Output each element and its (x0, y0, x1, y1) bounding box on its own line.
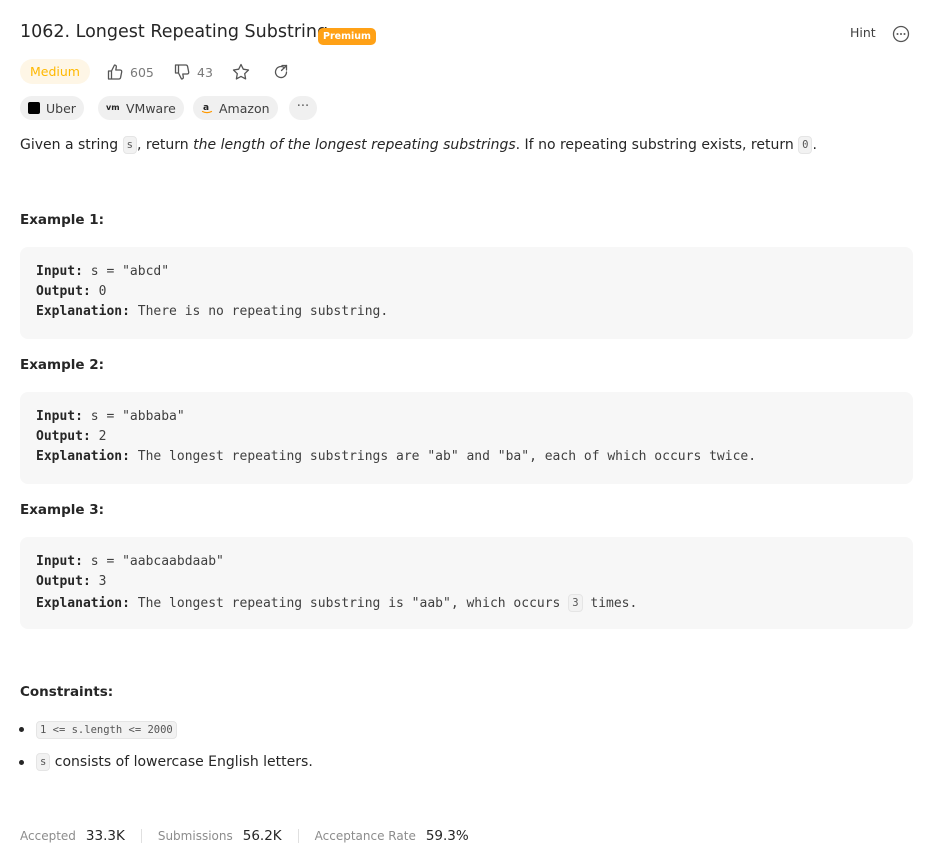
example-block: Input: s = "abcd" Output: 0 Explanation:… (20, 247, 913, 339)
thumbs-up-icon (106, 63, 124, 81)
share-icon[interactable] (271, 62, 291, 82)
inline-code: 3 (568, 594, 583, 612)
uber-logo-icon (28, 102, 40, 114)
problem-title: 1062. Longest Repeating Substring (20, 22, 329, 42)
example-input: Input: s = "aabcaabdaab" (36, 554, 224, 569)
submission-stats: Accepted 33.3K Submissions 56.2K Accepta… (20, 828, 469, 844)
example-input: Input: s = "abbaba" (36, 409, 185, 424)
dislike-button[interactable]: 43 (173, 62, 213, 82)
more-options-icon[interactable] (892, 25, 910, 43)
accepted-value: 33.3K (85, 828, 125, 844)
bullet-icon (19, 727, 24, 732)
like-button[interactable]: 605 (106, 62, 154, 82)
star-icon[interactable] (231, 62, 251, 82)
bullet-icon (19, 760, 24, 765)
submissions-label: Submissions (157, 829, 233, 843)
accepted-label: Accepted (20, 829, 76, 843)
vmware-logo-icon: vm (106, 103, 120, 112)
dislike-count: 43 (197, 64, 213, 80)
example-explanation: Explanation: There is no repeating subst… (36, 304, 389, 319)
inline-code: 0 (798, 136, 813, 154)
example-title: Example 2: (20, 357, 105, 373)
example-output: Output: 3 (36, 574, 107, 589)
example-block: Input: s = "aabcaabdaab" Output: 3 Expla… (20, 537, 913, 629)
premium-badge: Premium (318, 28, 376, 45)
constraint-item: 1 <= s.length <= 2000 (36, 721, 177, 739)
difficulty-badge: Medium (20, 59, 90, 84)
example-title: Example 3: (20, 502, 105, 518)
acceptance-rate-label: Acceptance Rate (314, 829, 416, 843)
constraint-item: s consists of lowercase English letters. (36, 753, 313, 771)
hint-button[interactable]: Hint (850, 25, 876, 40)
company-name: Uber (46, 100, 76, 116)
example-output: Output: 0 (36, 284, 107, 299)
example-explanation: Explanation: The longest repeating subst… (36, 449, 757, 464)
company-tag-amazon[interactable]: a Amazon (193, 96, 278, 120)
example-output: Output: 2 (36, 429, 107, 444)
problem-description: Given a string s, return the length of t… (20, 136, 817, 154)
submissions-value: 56.2K (242, 828, 282, 844)
acceptance-rate-value: 59.3% (425, 828, 469, 844)
more-companies-button[interactable]: ··· (289, 96, 317, 120)
amazon-logo-icon: a (201, 102, 213, 114)
company-tag-uber[interactable]: Uber (20, 96, 84, 120)
inline-code: s (122, 136, 137, 154)
company-name: VMware (126, 100, 176, 116)
company-name: Amazon (219, 100, 270, 116)
svg-text:a: a (203, 103, 209, 113)
example-explanation: Explanation: The longest repeating subst… (36, 594, 638, 612)
thumbs-down-icon (173, 63, 191, 81)
company-tag-vmware[interactable]: vm VMware (98, 96, 184, 120)
example-block: Input: s = "abbaba" Output: 2 Explanatio… (20, 392, 913, 484)
constraints-title: Constraints: (20, 684, 114, 700)
like-count: 605 (130, 64, 154, 80)
example-input: Input: s = "abcd" (36, 264, 170, 279)
example-title: Example 1: (20, 212, 105, 228)
